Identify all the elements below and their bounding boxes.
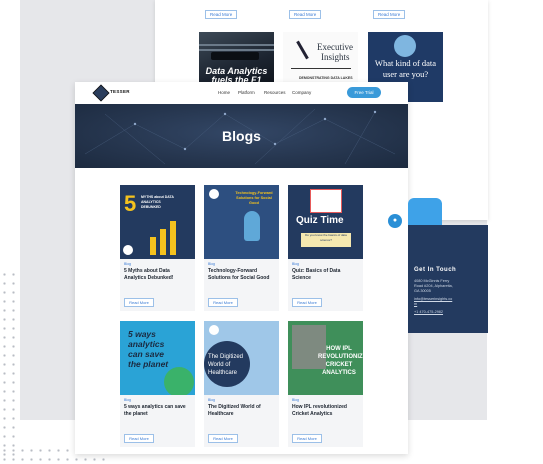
card-image-text: MYTHS about DATA ANALYTICS DEBUNKED [141,195,174,209]
card-tag: Blog [124,398,132,402]
blog-card-image: HOW IPL REVOLUTIONIZED CRICKET ANALYTICS [288,321,363,395]
nav-company[interactable]: Company [292,90,311,95]
tesser-logo-icon[interactable] [92,84,110,102]
address-line: GA 30005 [414,289,431,293]
insights-text: Insights [321,52,350,62]
data-user-text: What kind of data user are you? [374,58,437,79]
card-title[interactable]: The Digitized World of Healthcare [208,404,276,417]
card-image-text: Technology-Forward Solutions for Social … [235,191,273,205]
read-more-button[interactable]: Read More [124,434,154,443]
free-trial-button[interactable]: Free Trial [347,87,381,98]
blog-card-image: Technology-Forward Solutions for Social … [204,185,279,259]
card-tag: Blog [208,398,216,402]
read-more-button[interactable]: Read More [205,10,238,19]
card-title[interactable]: Technology-Forward Solutions for Social … [208,268,276,281]
card-image-text: The Digitized World of Healthcare [208,354,244,376]
blog-card-image: Quiz Time Do you know the basics of data… [288,185,363,259]
card-tag: Blog [208,262,216,266]
card-title[interactable]: Quiz: Basics of Data Science [292,268,360,281]
read-more-button[interactable]: Read More [292,298,322,307]
executive-insights-image[interactable]: Executive Insights DEMONSTRATING DATA LA… [283,32,358,87]
nav-resources[interactable]: Resources [264,90,286,95]
blog-card[interactable]: Quiz Time Do you know the basics of data… [288,185,363,311]
read-more-button[interactable]: Read More [208,434,238,443]
read-more-button[interactable]: Read More [124,298,154,307]
card-tag: Blog [292,398,300,402]
phone-link[interactable]: +1 470-475-2982 [414,310,443,315]
card-image-text: 5 ways analytics can save the planet [128,329,169,369]
f1-blog-image[interactable]: Data Analytics fuels the F1 machine [199,32,274,87]
get-in-touch-panel: Get In Touch 4080 McGinnis Ferry Road #2… [408,225,488,333]
blog-card-image: 5 MYTHS about DATA ANALYTICS DEBUNKED [120,185,195,259]
blog-card-image: The Digitized World of Healthcare [204,321,279,395]
logo-text[interactable]: TESSER [110,89,130,94]
blog-card[interactable]: 5 ways analytics can save the planet Blo… [120,321,195,447]
dot-pattern-left [0,270,18,460]
nav-home[interactable]: Home [218,90,230,95]
hero-banner: Blogs [75,104,408,168]
card-image-number: 5 [124,191,137,216]
read-more-button[interactable]: Read More [373,10,406,19]
executive-text: Executive [317,42,353,52]
blog-card[interactable]: Technology-Forward Solutions for Social … [204,185,279,311]
executive-caption: DEMONSTRATING DATA LAKES [299,76,353,80]
card-tag: Blog [124,262,132,266]
blog-card[interactable]: 5 MYTHS about DATA ANALYTICS DEBUNKED Bl… [120,185,195,311]
read-more-button[interactable]: Read More [292,434,322,443]
card-title[interactable]: 5 Myths about Data Analytics Debunked! [124,268,192,281]
nav-platform[interactable]: Platform [238,90,255,95]
chat-icon[interactable]: ● [388,214,402,228]
blog-card[interactable]: The Digitized World of Healthcare Blog T… [204,321,279,447]
card-image-text: Quiz Time [296,215,344,226]
card-title[interactable]: 5 ways analytics can save the planet [124,404,192,417]
email-link-cont[interactable]: m [414,302,417,307]
card-image-text: HOW IPL REVOLUTIONIZED CRICKET ANALYTICS [318,346,363,376]
card-title[interactable]: How IPL revolutionized Cricket Analytics [292,404,360,417]
top-navigation: TESSER Home Platform Resources Company F… [75,82,408,104]
quiz-question: Do you know the basics of data science? [301,233,351,247]
get-in-touch-title: Get In Touch [414,267,457,273]
card-tag: Blog [292,262,300,266]
email-link[interactable]: info@tesserinsights.co [414,297,452,302]
blog-card-image: 5 ways analytics can save the planet [120,321,195,395]
read-more-button[interactable]: Read More [289,10,322,19]
read-more-button[interactable]: Read More [208,298,238,307]
page-title: Blogs [222,128,261,144]
blogs-page-window: TESSER Home Platform Resources Company F… [75,82,408,454]
blog-card[interactable]: HOW IPL REVOLUTIONIZED CRICKET ANALYTICS… [288,321,363,447]
